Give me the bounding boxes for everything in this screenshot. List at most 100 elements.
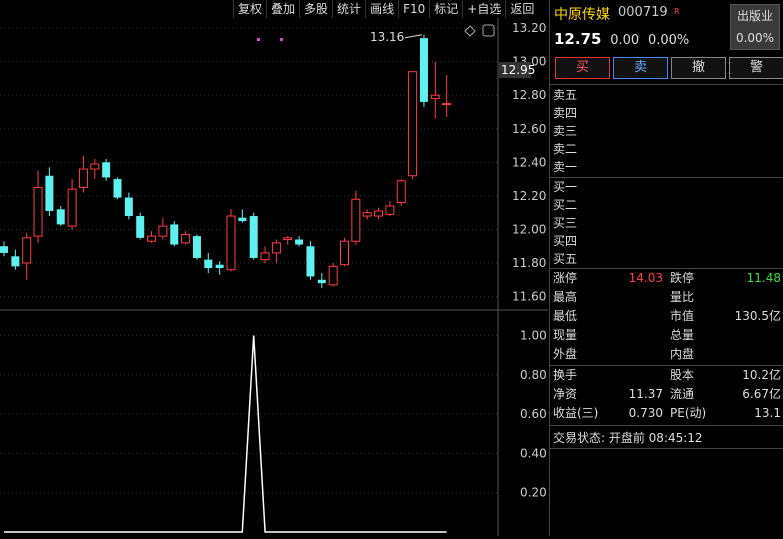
stat-row: 涨停 14.03 跌停 11.48 [553, 269, 781, 288]
marker-dot [280, 38, 283, 41]
candle-body [351, 198, 361, 242]
sell-2-label: 卖二 [553, 142, 578, 156]
price-tick-label: 12.40 [512, 155, 546, 169]
current-volume-label: 现量 [553, 328, 578, 342]
candle-body [0, 246, 8, 253]
candle-body [147, 235, 157, 242]
alert-button[interactable]: 警 [729, 57, 783, 79]
candle-body [306, 246, 315, 277]
candle-body [170, 224, 179, 245]
candle-body [238, 217, 247, 222]
candle-body [78, 168, 88, 188]
candle-body [408, 71, 418, 177]
mark-button[interactable]: 标记 [429, 0, 463, 18]
eps-label: 收益(三) [553, 406, 599, 420]
candle-body [136, 216, 145, 238]
limit-up-label: 涨停 [553, 271, 578, 285]
float-shares-label: 流通 [670, 387, 695, 401]
stock-name[interactable]: 中原传媒 [554, 4, 610, 24]
chart-area[interactable]: 13.20 13.00 12.80 12.60 12.40 12.20 12.00 11.80… [0, 0, 548, 536]
market-cap-value: 130.5亿 [734, 309, 781, 323]
sell-1-label: 卖一 [553, 160, 578, 174]
price-tick-label: 12.00 [512, 222, 546, 236]
sell-button[interactable]: 卖 [613, 57, 668, 79]
stat-row: 外盘 内盘 [553, 345, 781, 364]
r-badge: R [674, 7, 680, 16]
indicator-tick-label: 1.00 [520, 329, 547, 343]
candle-body [442, 103, 452, 106]
outer-volume-label: 外盘 [553, 347, 578, 361]
annotation-arrow [404, 34, 423, 39]
f10-button[interactable]: F10 [398, 0, 430, 18]
sell-4-label: 卖四 [553, 106, 578, 120]
indicator-tick-label: 0.80 [520, 368, 547, 382]
multi-stock-button[interactable]: 多股 [299, 0, 333, 18]
buy-3-label: 买三 [553, 216, 578, 230]
stat-row: 最高 量比 [553, 288, 781, 307]
price-tick-label: 13.20 [512, 21, 546, 35]
net-assets-value: 11.37 [628, 387, 663, 401]
candle-body [158, 225, 168, 237]
high-price-annotation: 13.16 [370, 30, 404, 44]
price-tick-label: 11.80 [512, 256, 546, 270]
divider [550, 177, 783, 178]
candle-body [396, 180, 406, 204]
buy-1-label: 买一 [553, 180, 578, 194]
price-tick-label: 12.80 [512, 88, 546, 102]
candle-body [374, 210, 384, 217]
candle-body [22, 237, 32, 264]
candle-body [340, 240, 349, 266]
candle-body [317, 279, 326, 284]
low-label: 最低 [553, 309, 578, 323]
cancel-order-button[interactable]: 撤 [671, 57, 726, 79]
turnover-label: 换手 [553, 368, 578, 382]
candle-body [192, 236, 201, 258]
share-capital-value: 10.2亿 [742, 368, 781, 382]
back-button[interactable]: 返回 [505, 0, 539, 18]
statistics-button[interactable]: 统计 [332, 0, 366, 18]
share-capital-label: 股本 [670, 368, 695, 382]
sector-box[interactable]: 出版业 0.00% [730, 4, 780, 50]
inner-volume-label: 内盘 [670, 347, 695, 361]
buy-4-label: 买四 [553, 234, 578, 248]
marker-dot [257, 38, 260, 41]
high-label: 最高 [553, 290, 578, 304]
divider [550, 84, 783, 85]
current-price: 12.75 [554, 30, 602, 48]
limit-down-label: 跌停 [670, 271, 695, 285]
stat-row: 换手 股本 10.2亿 [553, 366, 781, 385]
diamond-icon[interactable] [464, 25, 476, 37]
candle-body [113, 179, 122, 198]
restore-rights-button[interactable]: 复权 [233, 0, 267, 18]
sell-3-label: 卖三 [553, 124, 578, 138]
kline-chart[interactable]: 13.2013.0012.8012.6012.4012.2012.0011.80… [0, 0, 548, 536]
price-row: 12.75 0.00 0.00% [554, 30, 689, 48]
stock-code: 000719 [618, 5, 668, 20]
price-tick-label: 11.60 [512, 290, 546, 304]
divider [550, 448, 783, 449]
price-change: 0.00 [610, 33, 640, 48]
indicator-tick-label: 0.40 [520, 446, 547, 460]
candle-body [249, 216, 258, 258]
overlay-button[interactable]: 叠加 [266, 0, 300, 18]
buy-button[interactable]: 买 [555, 57, 610, 79]
candle-body [11, 256, 20, 267]
window-toggle-icon[interactable] [482, 24, 495, 37]
limit-up-value: 14.03 [628, 271, 663, 285]
add-watchlist-button[interactable]: +自选 [462, 0, 506, 18]
net-assets-label: 净资 [553, 387, 578, 401]
indicator-line [4, 335, 447, 533]
candle-body [430, 94, 440, 100]
stat-row: 现量 总量 [553, 326, 781, 345]
indicator-tick-label: 0.60 [520, 407, 547, 421]
stat-row: 最低 市值 130.5亿 [553, 307, 781, 326]
draw-line-button[interactable]: 画线 [365, 0, 399, 18]
float-shares-value: 6.67亿 [742, 387, 781, 401]
candle-body [385, 205, 395, 215]
total-volume-label: 总量 [670, 328, 695, 342]
price-tick-label: 12.60 [512, 122, 546, 136]
price-change-pct: 0.00% [647, 33, 690, 48]
candle-body [215, 264, 224, 269]
stat-row: 收益(三) 0.730 PE(动) 13.1 [553, 404, 781, 423]
candle-body [283, 237, 293, 241]
